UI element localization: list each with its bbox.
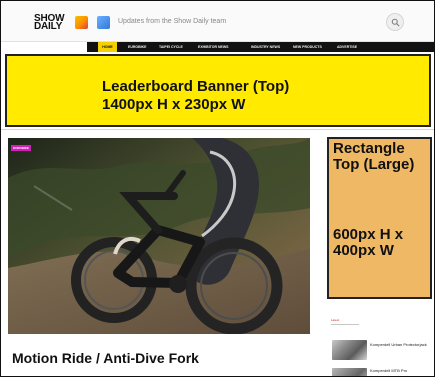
nav-item-taipei-cycle[interactable]: TAIPEI CYCLE bbox=[159, 42, 183, 52]
hero-image[interactable] bbox=[8, 138, 310, 334]
bike-photo bbox=[8, 138, 310, 334]
rectangle-ad[interactable]: Rectangle Top (Large) 600px H x 400px W bbox=[327, 137, 432, 299]
content-separator bbox=[1, 129, 434, 130]
site-header: SHOW DAILY Updates from the Show Daily t… bbox=[1, 1, 434, 42]
article-title[interactable]: Motion Ride / Anti-Dive Fork bbox=[12, 350, 292, 366]
nav-item-industry-news[interactable]: INDUSTRY NEWS bbox=[251, 42, 280, 52]
sidebar-story-title-2[interactable]: Komperdell MTB Pro bbox=[370, 368, 428, 373]
search-button[interactable] bbox=[386, 13, 404, 31]
nav-item-home[interactable]: HOME bbox=[98, 42, 117, 52]
leaderboard-size: 1400px H x 230px W bbox=[102, 96, 246, 113]
leaderboard-ad[interactable]: Leaderboard Banner (Top) 1400px H x 230p… bbox=[5, 54, 431, 127]
brand-line-2: DAILY bbox=[34, 21, 63, 32]
rectangle-ad-title: Rectangle Top (Large) bbox=[333, 140, 415, 173]
nav-item-exhibitor-news[interactable]: EXHIBITOR NEWS bbox=[198, 42, 228, 52]
hero-category-badge[interactable]: EUROBIKE bbox=[11, 145, 31, 151]
search-icon bbox=[391, 18, 400, 27]
sponsor-logo-one[interactable] bbox=[75, 16, 88, 29]
header-tagline: Updates from the Show Daily team bbox=[118, 18, 227, 25]
rectangle-ad-size: 600px H x 400px W bbox=[333, 226, 404, 259]
sidebar-story-thumbnail-1[interactable] bbox=[332, 340, 367, 360]
nav-item-new-products[interactable]: NEW PRODUCTS bbox=[293, 42, 322, 52]
sponsor-logo-two[interactable] bbox=[97, 16, 110, 29]
sidebar-story-title-1[interactable]: Komperdell Urban Protectorjack bbox=[370, 342, 428, 347]
leaderboard-title: Leaderboard Banner (Top) bbox=[102, 78, 290, 95]
sidebar-story-thumbnail-2[interactable] bbox=[332, 368, 367, 376]
sidebar-section-divider bbox=[331, 324, 359, 325]
nav-item-eurobike[interactable]: EUROBIKE bbox=[128, 42, 146, 52]
main-navigation: HOME EUROBIKE TAIPEI CYCLE EXHIBITOR NEW… bbox=[87, 42, 434, 52]
brand-logo[interactable]: SHOW DAILY bbox=[34, 14, 66, 35]
page-frame: SHOW DAILY Updates from the Show Daily t… bbox=[0, 0, 435, 377]
nav-item-advertise[interactable]: ADVERTISE bbox=[337, 42, 357, 52]
